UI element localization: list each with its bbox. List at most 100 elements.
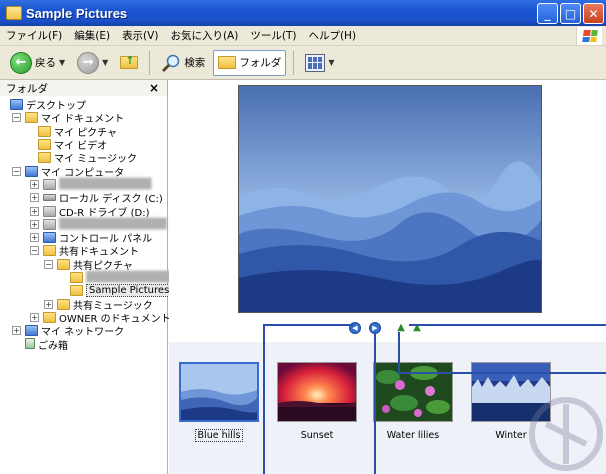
tree-item-blurred-drive[interactable]: + ██████████████ [0,218,167,231]
up-folder-icon: ↑ [120,54,139,69]
back-arrow-icon: ← [10,51,32,74]
forward-arrow-icon: → [77,51,100,74]
menu-bar: ファイル(F) 編集(E) 表示(V) お気に入り(A) ツール(T) ヘルプ(… [0,26,606,46]
hard-drive-icon [43,194,56,202]
tree-item-cdr-drive[interactable]: + CD-R ドライブ (D:) [0,204,167,219]
filmstrip: Blue hills Sunset Water lilies Winter [169,342,606,474]
menu-file[interactable]: ファイル(F) [0,28,68,43]
pictures-folder-icon [57,258,70,270]
content-area: ◀ ▶ ▲ ▲ Blue hills Sunset Water lilies W… [169,80,606,474]
collapse-icon[interactable]: − [30,246,39,256]
menu-tools[interactable]: ツール(T) [244,28,302,43]
chevron-down-icon: ▼ [328,58,335,67]
caption-text: Sunset [300,430,334,441]
image-preview [238,85,542,313]
window-title: Sample Pictures [26,5,128,21]
thumbnail-image [179,362,259,422]
menu-favorites[interactable]: お気に入り(A) [164,28,244,43]
folder-tree: デスクトップ − マイ ドキュメント マイ ピクチャ マイ ビデオ マイ ミュー… [0,96,178,352]
thumbnail-water-lilies[interactable]: Water lilies [373,352,453,442]
thumbnail-caption: Sunset [277,430,357,441]
tree-item-my-pictures[interactable]: マイ ピクチャ [0,125,167,139]
tree-item-label: Sample Pictures [86,284,173,298]
music-folder-icon [57,298,70,310]
tree-item-label: マイ コンピュータ [41,167,125,179]
expand-icon[interactable]: + [12,326,21,336]
collapse-icon[interactable]: − [44,259,53,269]
dvd-drive-icon [43,218,56,230]
expand-icon[interactable]: + [30,206,39,216]
menu-help[interactable]: ヘルプ(H) [302,28,362,43]
up-folder-button[interactable]: ↑ [116,50,142,76]
recycle-bin-icon [25,338,35,350]
callout-line [374,332,376,474]
preview-area [169,80,606,342]
chevron-down-icon: ▼ [59,58,66,67]
toolbar: ← 戻る ▼ → ▼ ↑ 検索 フォルダ ▼ [0,46,606,80]
expand-icon[interactable]: + [30,193,39,203]
maximize-button[interactable]: □ [560,3,581,24]
expand-icon[interactable]: + [44,299,53,309]
tree-item-my-music[interactable]: マイ ミュージック [0,151,167,165]
thumbnail-sunset[interactable]: Sunset [277,352,357,442]
callout-line [263,324,265,474]
folder-icon [70,272,83,283]
tree-item-my-computer[interactable]: − マイ コンピュータ [0,164,167,179]
toolbar-separator [149,50,151,75]
rotate-clockwise-icon[interactable]: ▲ [395,323,407,333]
callout-line [263,324,353,326]
tree-item-shared-pictures[interactable]: − 共有ピクチャ [0,258,167,272]
chevron-down-icon: ▼ [102,58,109,67]
network-icon [25,325,38,337]
tree-item-local-disk[interactable]: + ローカル ディスク (C:) [0,191,167,205]
folders-pane: フォルダ × デスクトップ − マイ ドキュメント マイ ピクチャ マイ ビデオ… [0,80,178,474]
title-bar: Sample Pictures _ □ ✕ [0,0,606,26]
tree-item-desktop[interactable]: デスクトップ [0,98,167,112]
collapse-icon[interactable]: − [12,166,21,176]
tree-item-blurred-folder[interactable]: ████████████ [0,271,178,284]
tree-item-shared-music[interactable]: + 共有ミュージック [0,297,167,312]
forward-button[interactable]: → ▼ [73,50,112,76]
tree-item-control-panel[interactable]: + コントロール パネル [0,231,167,245]
tree-item-label: ごみ箱 [38,340,68,352]
close-pane-icon[interactable]: × [149,81,159,95]
search-icon [162,54,180,72]
expand-icon[interactable]: + [30,233,39,243]
back-button[interactable]: ← 戻る ▼ [6,50,69,76]
cd-drive-icon [43,205,56,217]
tree-item-blurred[interactable]: + ████████████ [0,178,167,191]
tree-item-my-videos[interactable]: マイ ビデオ [0,138,167,152]
tree-item-recycle-bin[interactable]: ごみ箱 [0,337,167,352]
callout-line [398,332,400,374]
expand-icon[interactable]: + [30,312,39,322]
expand-icon[interactable]: + [30,179,39,189]
folders-pane-title: フォルダ [6,82,48,95]
minimize-button[interactable]: _ [537,3,558,24]
blurred-label: ██████████████ [59,218,167,230]
menu-view[interactable]: 表示(V) [116,28,164,43]
collapse-icon[interactable]: − [12,113,21,123]
tree-item-sample-pictures[interactable]: Sample Pictures [0,284,173,298]
drive-icon [43,178,56,190]
expand-icon[interactable]: + [30,219,39,229]
folder-icon [43,311,56,323]
close-button[interactable]: ✕ [583,3,604,24]
tree-item-owner-documents[interactable]: + OWNER のドキュメント [0,311,171,325]
callout-line [398,372,606,374]
views-button[interactable]: ▼ [301,50,338,76]
video-folder-icon [38,139,51,151]
blurred-label: ████████████ [59,178,152,190]
viewer-controls: ◀ ▶ ▲ ▲ [169,316,606,340]
menu-edit[interactable]: 編集(E) [68,28,116,43]
thumbnail-image [277,362,357,422]
folder-icon [43,245,56,257]
thumbnail-blue-hills[interactable]: Blue hills [179,352,259,442]
thumbnail-caption: Water lilies [373,430,453,441]
folders-button[interactable]: フォルダ [213,49,287,76]
tree-item-my-documents[interactable]: − マイ ドキュメント [0,111,167,125]
blurred-label: ████████████ [86,272,179,283]
tree-item-shared-documents[interactable]: − 共有ドキュメント [0,244,167,258]
search-button[interactable]: 検索 [157,50,209,76]
desktop-icon [10,99,23,111]
tree-item-my-network[interactable]: + マイ ネットワーク [0,324,167,338]
